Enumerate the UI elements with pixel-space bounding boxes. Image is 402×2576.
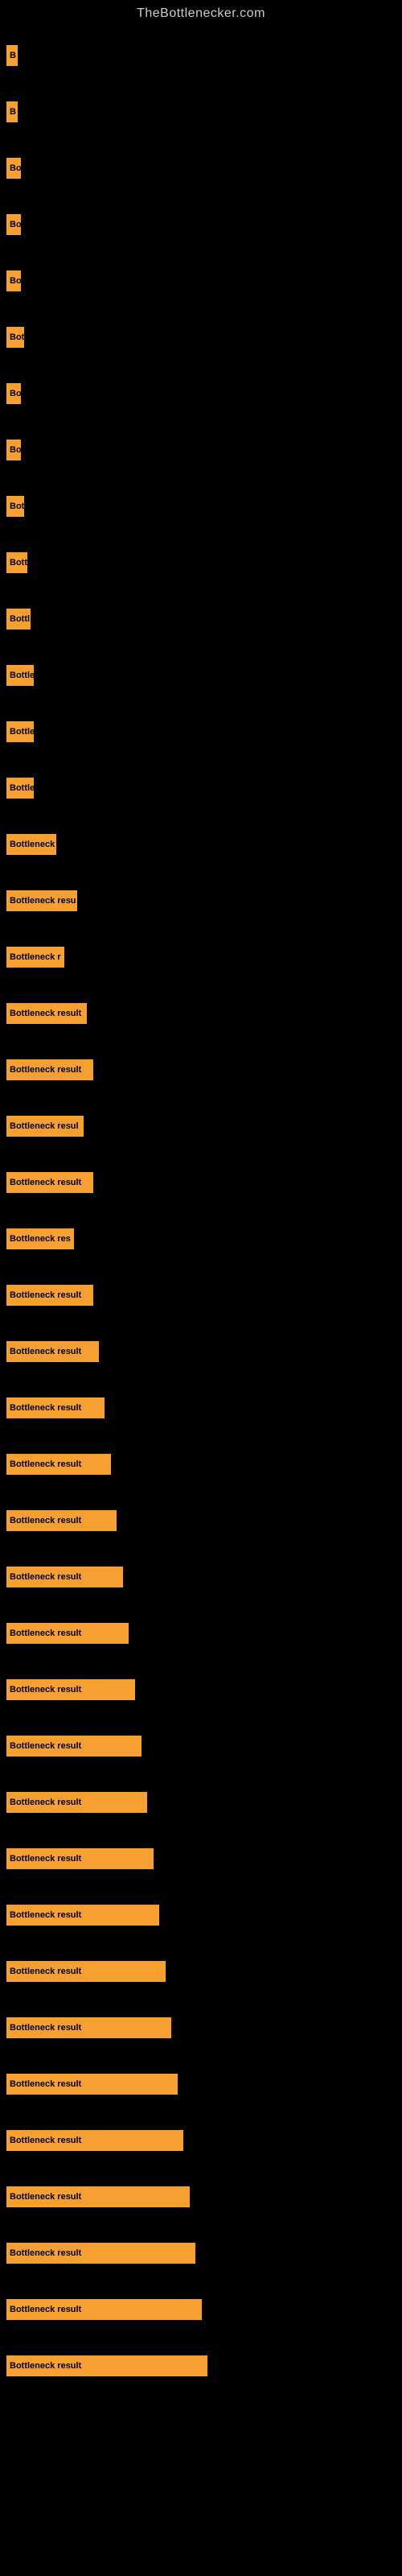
bar-row: Bottleneck result <box>0 1154 402 1211</box>
bar-label: Bottleneck result <box>6 1341 99 1362</box>
bar-label: Bottleneck result <box>6 1172 93 1193</box>
bar-label: Bottleneck resu <box>6 890 77 911</box>
bar-row: Bottleneck result <box>0 2169 402 2225</box>
bar-label: Bottleneck resul <box>6 1116 84 1137</box>
bar-row: Bottleneck result <box>0 2281 402 2338</box>
bar-label: Bo <box>6 383 21 404</box>
bar-row: Bottleneck result <box>0 2056 402 2112</box>
bar-label: Bo <box>6 440 21 460</box>
bar-row: Bott <box>0 535 402 591</box>
bar-label: Bottleneck r <box>6 947 64 968</box>
bar-row: Bottleneck result <box>0 2112 402 2169</box>
bar-row: Bottleneck result <box>0 2338 402 2394</box>
bar-label: Bottleneck result <box>6 2243 195 2264</box>
bar-label: Bot <box>6 496 24 517</box>
bar-label: Bottleneck result <box>6 1961 166 1982</box>
bar-label: Bottleneck result <box>6 1905 159 1926</box>
bar-row: Bo <box>0 365 402 422</box>
bar-row: Bo <box>0 253 402 309</box>
bar-label: Bottleneck result <box>6 1736 142 1757</box>
bar-label: Bottleneck result <box>6 1059 93 1080</box>
bar-row: Bot <box>0 478 402 535</box>
bar-row: Bottleneck result <box>0 1380 402 1436</box>
bar-label: Bottleneck result <box>6 1003 87 1024</box>
bar-row: Bo <box>0 196 402 253</box>
bar-label: Bottleneck result <box>6 1397 105 1418</box>
bar-row: Bottleneck result <box>0 1718 402 1774</box>
bar-label: Bottleneck result <box>6 1623 129 1644</box>
bar-label: Bottle <box>6 721 34 742</box>
bar-row: Bottleneck result <box>0 985 402 1042</box>
bar-row: Bottleneck result <box>0 1267 402 1323</box>
bar-row: Bottle <box>0 647 402 704</box>
bar-label: Bottleneck res <box>6 1228 74 1249</box>
bar-label: Bottleneck result <box>6 2299 202 2320</box>
bar-label: Bottleneck result <box>6 1285 93 1306</box>
bar-label: Bottleneck result <box>6 1792 147 1813</box>
bar-label: Bottle <box>6 778 34 799</box>
bar-label: Bottleneck result <box>6 2355 207 2376</box>
bar-row: Bottleneck result <box>0 1436 402 1492</box>
bar-label: Bottleneck result <box>6 2017 171 2038</box>
bar-label: Bo <box>6 214 21 235</box>
bar-label: B <box>6 45 18 66</box>
bar-row: Bottle <box>0 704 402 760</box>
bar-row: Bottleneck res <box>0 1211 402 1267</box>
bar-row: B <box>0 27 402 84</box>
bar-label: Bo <box>6 158 21 179</box>
bar-label: Bottl <box>6 609 31 630</box>
bar-row: Bottleneck r <box>0 929 402 985</box>
bar-row: Bottleneck result <box>0 1323 402 1380</box>
bar-row: Bo <box>0 422 402 478</box>
bar-row: Bottleneck resul <box>0 1098 402 1154</box>
bar-row: Bottle <box>0 760 402 816</box>
bar-row: Bottleneck resu <box>0 873 402 929</box>
bar-label: Bottleneck result <box>6 1848 154 1869</box>
bar-row: Bo <box>0 140 402 196</box>
bar-row: Bottleneck result <box>0 2000 402 2056</box>
bar-label: Bottleneck result <box>6 1454 111 1475</box>
bar-row: Bottl <box>0 591 402 647</box>
bar-label: Bottleneck result <box>6 2074 178 2095</box>
bar-label: Bottleneck result <box>6 2186 190 2207</box>
bar-label: Bottleneck result <box>6 1679 135 1700</box>
bar-label: Bot <box>6 327 24 348</box>
bar-row: Bottleneck result <box>0 1662 402 1718</box>
bar-row: Bottleneck result <box>0 1774 402 1831</box>
bar-row: Bottleneck result <box>0 1549 402 1605</box>
bar-label: Bottle <box>6 665 34 686</box>
bar-row: Bottleneck result <box>0 1887 402 1943</box>
bar-row: Bottleneck result <box>0 1492 402 1549</box>
bar-label: Bott <box>6 552 27 573</box>
bar-label: Bottleneck result <box>6 2130 183 2151</box>
bar-row: Bottleneck <box>0 816 402 873</box>
bar-label: Bottleneck result <box>6 1567 123 1587</box>
bars-container: B B Bo Bo Bo Bot Bo Bo Bot Bott Bottl Bottle Bottle B… <box>0 27 402 2394</box>
bar-row: Bottleneck result <box>0 1605 402 1662</box>
bar-row: Bottleneck result <box>0 1831 402 1887</box>
site-title: TheBottlenecker.com <box>0 0 402 27</box>
bar-row: Bottleneck result <box>0 1943 402 2000</box>
bar-row: B <box>0 84 402 140</box>
bar-row: Bot <box>0 309 402 365</box>
bar-label: Bottleneck result <box>6 1510 117 1531</box>
bar-row: Bottleneck result <box>0 2225 402 2281</box>
bar-row: Bottleneck result <box>0 1042 402 1098</box>
bar-label: Bottleneck <box>6 834 56 855</box>
bar-label: B <box>6 101 18 122</box>
bar-label: Bo <box>6 270 21 291</box>
